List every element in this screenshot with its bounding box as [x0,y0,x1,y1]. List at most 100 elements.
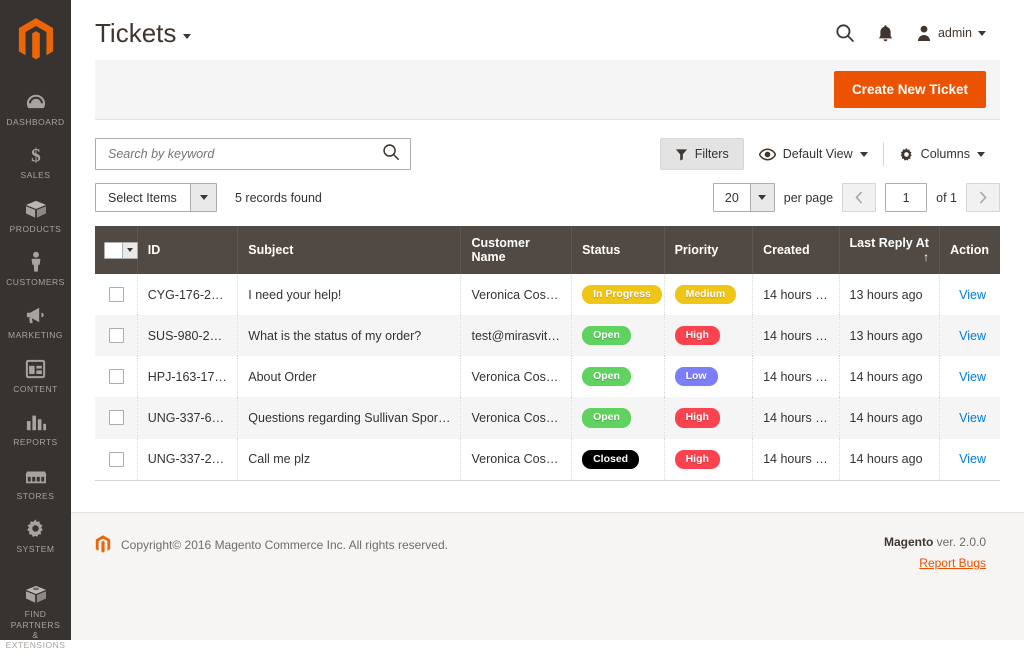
page-title: Tickets [95,20,176,46]
select-items-caret-down-icon [190,184,216,211]
funnel-icon [675,148,688,161]
columns-control[interactable]: Columns [884,147,1000,162]
sidebar-item-system[interactable]: SYSTEM [0,509,71,562]
cell-status: Open [572,315,665,356]
main-content: Tickets admin Create New Ticket [71,0,1024,640]
report-bugs-link[interactable]: Report Bugs [884,556,986,570]
sidebar-item-label: PRODUCTS [10,224,62,234]
bell-icon[interactable] [877,24,894,43]
row-checkbox[interactable] [109,369,124,384]
row-select-cell[interactable] [95,439,137,481]
row-select-cell[interactable] [95,397,137,438]
sidebar-item-label: SALES [21,170,51,180]
view-link[interactable]: View [959,452,986,466]
cell-id: HPJ-163-17588 [137,356,238,397]
view-link[interactable]: View [959,411,986,425]
user-avatar-icon [916,25,932,42]
select-items-dropdown[interactable]: Select Items [95,183,217,212]
sidebar-item-label: CUSTOMERS [6,277,65,287]
user-caret-down-icon [978,31,986,36]
column-header-id[interactable]: ID [137,226,238,274]
view-link[interactable]: View [959,329,986,343]
status-badge: Open [582,326,631,345]
table-header-row: ID Subject Customer Name Status Priority… [95,226,1000,274]
records-found-text: 5 records found [235,191,322,205]
cell-status: Closed [572,439,665,481]
partners-line-2: & EXTENSIONS [6,630,66,650]
row-select-cell[interactable] [95,356,137,397]
row-select-cell[interactable] [95,315,137,356]
column-header-priority[interactable]: Priority [664,226,752,274]
search-input[interactable] [106,146,382,162]
column-header-customer-name[interactable]: Customer Name [461,226,572,274]
create-new-ticket-button[interactable]: Create New Ticket [834,71,986,109]
page-title-row: Tickets [95,20,191,46]
table-row[interactable]: SUS-980-24985What is the status of my or… [95,315,1000,356]
status-badge: Open [582,367,631,386]
sidebar-item-marketing[interactable]: MARKETING [0,295,71,348]
columns-label: Columns [921,147,970,161]
sidebar-item-find-partners[interactable]: FIND PARTNERS & EXTENSIONS [0,574,71,658]
per-page-value: 20 [714,184,750,211]
row-checkbox[interactable] [109,452,124,467]
view-link[interactable]: View [959,370,986,384]
user-menu[interactable]: admin [916,25,986,42]
search-by-keyword-box[interactable] [95,138,411,170]
table-row[interactable]: UNG-337-2342Call me plzVeronica Costello… [95,439,1000,481]
row-select-cell[interactable] [95,274,137,315]
magento-logo [17,18,55,62]
sidebar-item-products[interactable]: PRODUCTS [0,189,71,242]
table-row[interactable]: UNG-337-64329Questions regarding Sulliva… [95,397,1000,438]
filters-button[interactable]: Filters [660,138,744,170]
sidebar-item-stores[interactable]: STORES [0,456,71,509]
default-view-caret-down-icon [860,152,868,157]
cell-id: UNG-337-2342 [137,439,238,481]
column-header-action[interactable]: Action [940,226,1000,274]
row-checkbox[interactable] [109,328,124,343]
cell-last-reply-at: 13 hours ago [839,274,940,315]
columns-caret-down-icon [977,152,985,157]
version-text: Magento ver. 2.0.0 [884,535,986,549]
sidebar-item-reports[interactable]: REPORTS [0,402,71,455]
page-title-caret-down-icon[interactable] [183,34,191,39]
search-icon[interactable] [835,23,855,43]
view-link[interactable]: View [959,288,986,302]
sidebar-item-sales[interactable]: $ SALES [0,135,71,188]
cell-action: View [940,439,1000,481]
column-header-subject[interactable]: Subject [238,226,461,274]
per-page-caret-down-icon [750,184,774,211]
row-checkbox[interactable] [109,410,124,425]
per-page-dropdown[interactable]: 20 [713,183,775,212]
sidebar-item-label: CONTENT [13,384,58,394]
row-checkbox[interactable] [109,287,124,302]
cell-subject: About Order [238,356,461,397]
column-header-created[interactable]: Created [753,226,839,274]
page-number-input[interactable] [885,183,927,212]
megaphone-icon [24,304,48,326]
cell-action: View [940,356,1000,397]
column-header-status[interactable]: Status [572,226,665,274]
table-row[interactable]: HPJ-163-17588About OrderVeronica Costell… [95,356,1000,397]
cell-subject: Call me plz [238,439,461,481]
sidebar-logo[interactable] [0,8,71,74]
select-all-checkbox-dropdown[interactable] [104,242,138,259]
sidebar-item-dashboard[interactable]: DASHBOARD [0,82,71,135]
sidebar-item-customers[interactable]: CUSTOMERS [0,242,71,295]
select-all-checkbox[interactable] [105,243,122,258]
priority-badge: High [675,450,720,469]
next-page-button[interactable] [966,183,1000,212]
tickets-grid: ID Subject Customer Name Status Priority… [95,226,1000,481]
default-view-control[interactable]: Default View [744,147,883,161]
table-body: CYG-176-27223I need your help!Veronica C… [95,274,1000,480]
cell-last-reply-at: 14 hours ago [839,439,940,481]
cell-priority: High [664,439,752,481]
sort-ascending-icon: ↑ [923,250,929,264]
column-header-last-reply-at[interactable]: Last Reply At ↑ [839,226,940,274]
sidebar-item-content[interactable]: CONTENT [0,349,71,402]
grid-toolbar: Filters Default View Columns [95,138,1000,170]
search-submit-icon[interactable] [382,143,400,166]
select-all-caret-down-icon[interactable] [122,243,137,258]
previous-page-button[interactable] [842,183,876,212]
copyright-text: Copyright© 2016 Magento Commerce Inc. Al… [121,538,448,552]
table-row[interactable]: CYG-176-27223I need your help!Veronica C… [95,274,1000,315]
